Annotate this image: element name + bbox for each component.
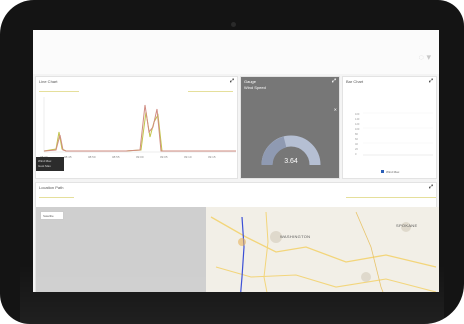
city-label: WASHINGTON <box>280 234 311 239</box>
top-bar: ◌ ▾ <box>33 30 439 74</box>
city-label: SPOKANE <box>396 223 418 228</box>
tablet-frame: ◌ ▾ Line Chart ⤢ 08:30 08:45 08:50 08:55… <box>0 0 464 324</box>
y-tick: 140 <box>355 117 360 121</box>
line-chart-card: Line Chart ⤢ 08:30 08:45 08:50 08:55 09:… <box>35 76 238 179</box>
y-axis-ticks: 100 140 120 100 80 60 40 20 0 <box>355 112 360 156</box>
bar-chart-card: Bar Chart ⤢ 100 140 120 100 80 60 40 20 … <box>342 76 437 179</box>
x-tick: 08:55 <box>112 155 120 159</box>
legend-label: Wind Max <box>386 170 400 174</box>
x-axis-ticks: 08:30 08:45 08:50 08:55 09:00 09:05 09:1… <box>40 155 216 159</box>
time-range-slider[interactable] <box>346 197 436 198</box>
y-tick: 40 <box>355 142 358 146</box>
x-tick: 09:00 <box>136 155 144 159</box>
gauge-value: 3.64 <box>284 158 298 165</box>
y-tick: 80 <box>355 132 358 136</box>
chart-tooltip: Wind Max Gust Max <box>36 157 64 171</box>
gauge-dial: 3.64 <box>261 135 321 166</box>
expand-icon[interactable]: ⤢ <box>429 184 433 190</box>
y-tick: 0 <box>355 152 357 156</box>
gauge-card: Gauge Wind Speed ⤢ ✕ 3.64 <box>240 76 340 179</box>
location-title: Location Path <box>39 185 64 190</box>
bar-chart: 100 140 120 100 80 60 40 20 0 Wind Max <box>355 112 433 174</box>
satellite-button[interactable]: Satellite <box>40 211 64 220</box>
x-tick: 08:45 <box>64 155 72 159</box>
y-tick: 100 <box>355 112 360 116</box>
location-path-card: Location Path ⤢ WASHINGTON SPOKANE Satel… <box>35 182 439 292</box>
logo-icon: ◌ ▾ <box>418 52 431 62</box>
x-tick: 09:05 <box>160 155 168 159</box>
line-chart: 08:30 08:45 08:50 08:55 09:00 09:05 09:1… <box>40 97 236 159</box>
tooltip-line: Gust Max <box>38 164 51 168</box>
y-tick: 60 <box>355 137 358 141</box>
camera-icon <box>231 22 236 27</box>
y-tick: 120 <box>355 122 360 126</box>
y-tick: 20 <box>355 147 358 151</box>
x-tick: 09:10 <box>184 155 192 159</box>
map[interactable]: WASHINGTON SPOKANE Satellite <box>36 207 439 292</box>
time-range-slider[interactable] <box>39 197 74 198</box>
dashboard-screen: ◌ ▾ Line Chart ⤢ 08:30 08:45 08:50 08:55… <box>33 30 439 292</box>
map-roads <box>210 211 437 292</box>
x-tick: 08:50 <box>88 155 96 159</box>
y-tick: 100 <box>355 127 360 131</box>
x-tick: 09:15 <box>208 155 216 159</box>
